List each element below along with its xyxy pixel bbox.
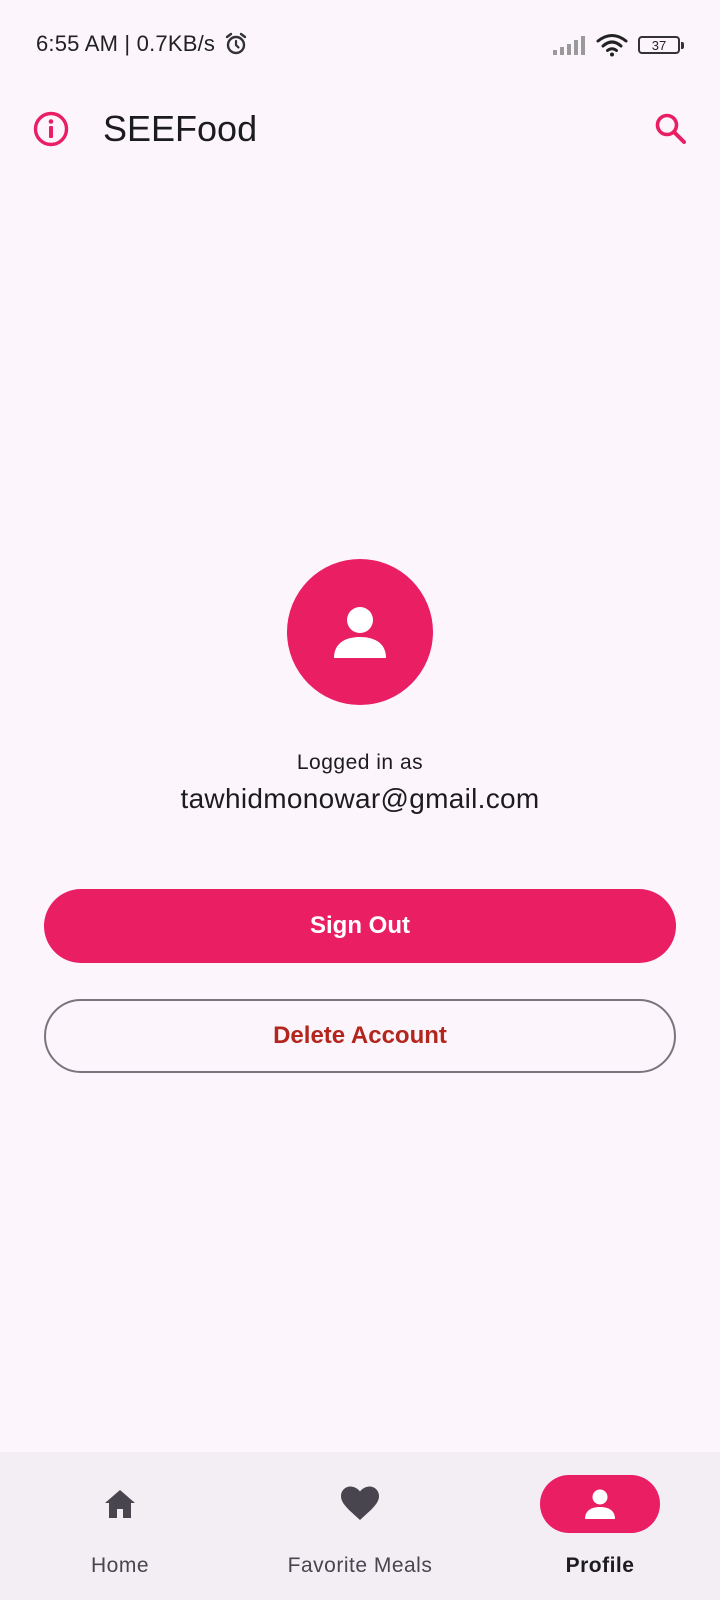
info-button[interactable] — [26, 104, 76, 154]
nav-indicator — [300, 1475, 420, 1533]
nav-item-home[interactable]: Home — [0, 1452, 240, 1600]
nav-label-favorite-meals: Favorite Meals — [287, 1554, 433, 1577]
delete-account-button[interactable]: Delete Account — [44, 999, 676, 1073]
nav-item-profile[interactable]: Profile — [480, 1452, 720, 1600]
nav-label-home: Home — [90, 1554, 150, 1577]
info-icon — [33, 111, 69, 147]
search-button[interactable] — [646, 104, 696, 154]
status-bar: 6:55 AM | 0.7KB/s 37 — [0, 0, 720, 90]
bottom-navigation: Home Favorite Meals Profile — [0, 1452, 720, 1600]
user-email: tawhidmonowar@gmail.com — [180, 783, 540, 814]
status-indicators: 37 — [552, 31, 684, 59]
sign-out-button[interactable]: Sign Out — [44, 889, 676, 963]
nav-label-profile: Profile — [565, 1554, 635, 1577]
heart-icon — [341, 1486, 379, 1520]
app-title: SEEFood — [103, 108, 258, 149]
person-icon — [585, 1489, 615, 1519]
avatar — [287, 559, 433, 705]
logged-in-label: Logged in as — [296, 751, 424, 774]
wifi-icon — [596, 34, 628, 57]
profile-screen: 6:55 AM | 0.7KB/s 37 SEEFood Logged in a… — [0, 0, 720, 1600]
nav-indicator-active — [540, 1475, 660, 1533]
battery-level: 37 — [651, 37, 667, 53]
status-time: 6:55 AM | 0.7KB/s — [36, 31, 216, 56]
signal-icon — [553, 36, 585, 55]
person-icon — [334, 607, 386, 658]
home-icon — [105, 1490, 135, 1518]
search-icon — [655, 113, 686, 144]
nav-item-favorite-meals[interactable]: Favorite Meals — [240, 1452, 480, 1600]
nav-indicator — [60, 1475, 180, 1533]
top-app-bar: SEEFood — [0, 90, 720, 166]
battery-icon: 37 — [638, 36, 684, 54]
alarm-icon — [225, 32, 247, 55]
